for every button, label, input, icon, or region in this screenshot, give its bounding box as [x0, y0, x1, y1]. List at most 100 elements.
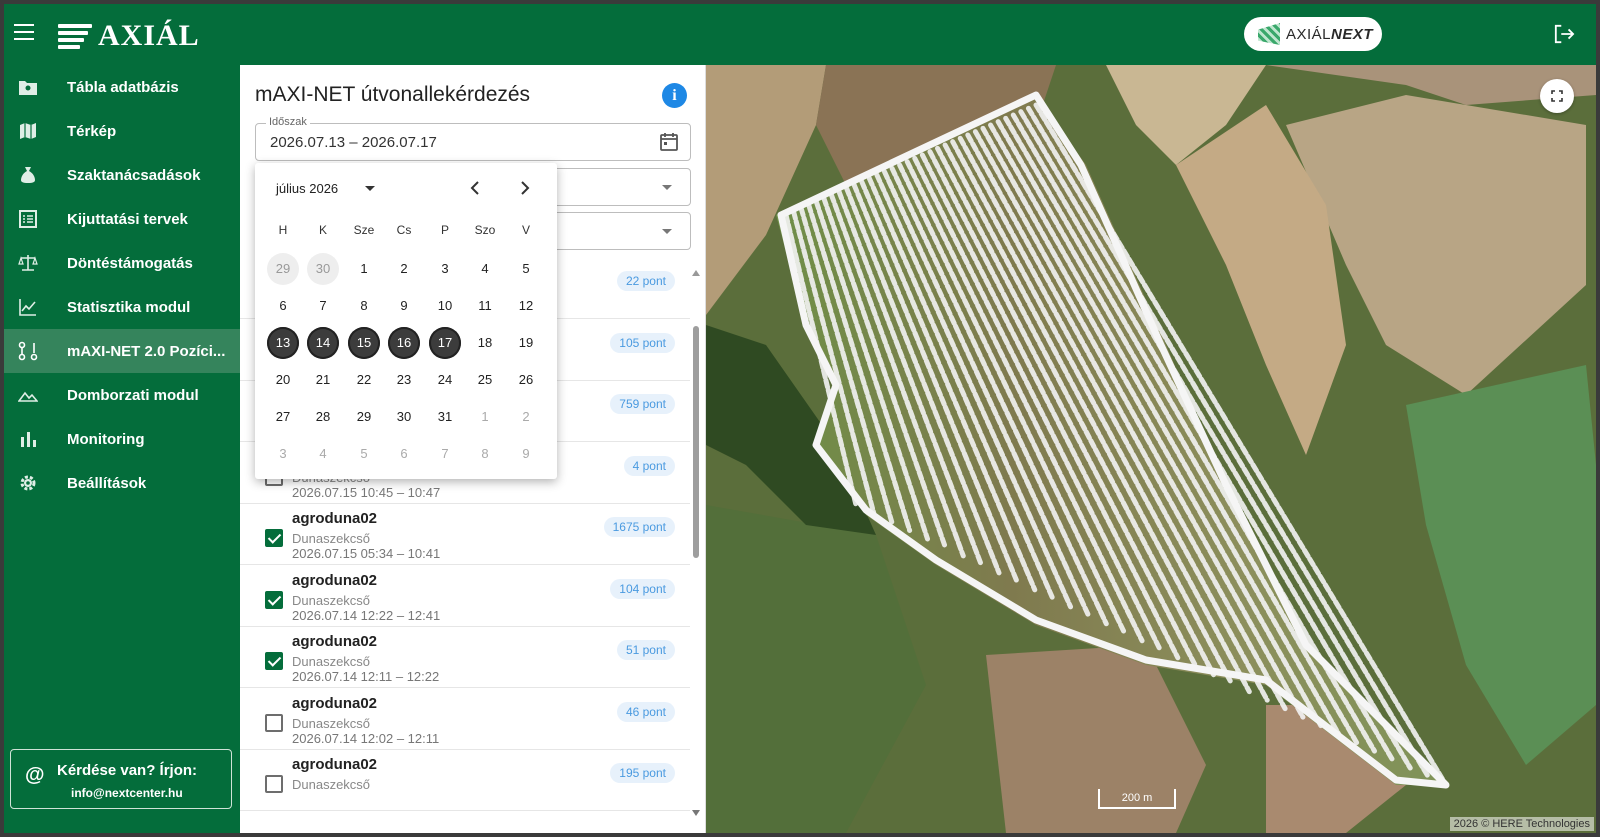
period-field[interactable]: Időszak 2026.07.13 – 2026.07.17 — [255, 116, 691, 161]
calendar-day[interactable]: 2 — [510, 401, 542, 433]
calendar-day[interactable]: 3 — [267, 438, 299, 470]
route-row[interactable]: agroduna02 Dunaszekcső 2026.07.15 05:34 – … — [240, 503, 690, 565]
calendar-day[interactable]: 28 — [307, 401, 339, 433]
calendar-day[interactable]: 12 — [510, 290, 542, 322]
calendar-day[interactable]: 31 — [429, 401, 461, 433]
sidebar-item-dontestamogatas[interactable]: Döntéstámogatás — [4, 241, 240, 285]
calendar-day[interactable]: 8 — [348, 290, 380, 322]
calendar-day[interactable]: 8 — [469, 438, 501, 470]
month-select[interactable]: július 2026 — [276, 181, 338, 196]
route-row[interactable]: agroduna02 Dunaszekcső 2026.07.14 12:22 – … — [240, 565, 690, 627]
menu-icon[interactable] — [14, 24, 34, 42]
point-count-badge: 4 pont — [623, 455, 675, 476]
help-email-link[interactable]: info@nextcenter.hu — [71, 786, 183, 800]
calendar-day[interactable]: 26 — [510, 364, 542, 396]
sidebar-item-szaktanacsadasok[interactable]: Szaktanácsadások — [4, 153, 240, 197]
sidebar-item-kijuttatasi-tervek[interactable]: Kijuttatási tervek — [4, 197, 240, 241]
calendar-day[interactable]: 24 — [429, 364, 461, 396]
sidebar-item-statisztika[interactable]: Statisztika modul — [4, 285, 240, 329]
fullscreen-button[interactable] — [1540, 79, 1574, 113]
calendar-day[interactable]: 9 — [510, 438, 542, 470]
calendar-icon[interactable] — [659, 132, 679, 152]
calendar-day[interactable]: 16 — [388, 327, 420, 359]
route-name: agroduna02 — [292, 571, 378, 589]
calendar-day[interactable]: 13 — [267, 327, 299, 359]
calendar-day[interactable]: 15 — [348, 327, 380, 359]
sidebar-item-maxi-net[interactable]: mAXI-NET 2.0 Pozíci... — [4, 329, 240, 373]
calendar-day[interactable]: 14 — [307, 327, 339, 359]
scroll-up-icon[interactable] — [692, 270, 700, 276]
calendar-day[interactable]: 29 — [348, 401, 380, 433]
calendar-day[interactable]: 30 — [307, 253, 339, 285]
list-scrollbar[interactable] — [692, 270, 700, 830]
calendar-day[interactable]: 20 — [267, 364, 299, 396]
calendar-day[interactable]: 5 — [510, 253, 542, 285]
weekday-header: Szo — [474, 223, 496, 237]
sidebar-item-label: Tábla adatbázis — [67, 78, 179, 96]
calendar-day[interactable]: 17 — [429, 327, 461, 359]
calendar-day[interactable]: 6 — [267, 290, 299, 322]
calendar-day[interactable]: 6 — [388, 438, 420, 470]
calendar-day[interactable]: 11 — [469, 290, 501, 322]
satellite-map[interactable] — [706, 65, 1596, 833]
axial-next-button[interactable]: AXIÁLNEXT — [1244, 17, 1382, 51]
axial-logo[interactable]: AXIÁL — [58, 19, 200, 52]
route-name: agroduna02 — [292, 633, 378, 650]
calendar-day[interactable]: 1 — [469, 401, 501, 433]
calendar-day[interactable]: 5 — [348, 438, 380, 470]
chevron-right-icon[interactable] — [515, 179, 533, 197]
calendar-day[interactable]: 27 — [267, 401, 299, 433]
route-icon — [18, 341, 38, 361]
calendar-day[interactable]: 22 — [348, 364, 380, 396]
bar-chart-icon — [21, 432, 36, 447]
weekday-header: P — [440, 223, 449, 237]
sidebar-item-beallitasok[interactable]: Beállítások — [4, 461, 240, 505]
calendar-day[interactable]: 25 — [469, 364, 501, 396]
route-checkbox[interactable] — [265, 713, 283, 732]
next-brand: AXIÁL — [1286, 25, 1332, 43]
calendar-day[interactable]: 10 — [429, 290, 461, 322]
axial-next-logo-icon — [1258, 23, 1280, 45]
calendar-day[interactable]: 18 — [469, 327, 501, 359]
sidebar-item-terkep[interactable]: Térkép — [4, 109, 240, 153]
calendar-day[interactable]: 21 — [307, 364, 339, 396]
calendar-day[interactable]: 23 — [388, 364, 420, 396]
route-row[interactable]: agroduna02 Dunaszekcső 195 pont — [240, 749, 690, 811]
route-checkbox[interactable] — [265, 775, 283, 793]
calendar-day[interactable]: 7 — [307, 290, 339, 322]
route-checkbox[interactable] — [265, 652, 283, 670]
scale-icon — [18, 255, 38, 271]
sidebar-item-tabla-adatbazis[interactable]: Tábla adatbázis — [4, 65, 240, 109]
route-checkbox[interactable] — [265, 590, 283, 609]
calendar-day[interactable]: 1 — [348, 253, 380, 285]
route-row[interactable]: agroduna02 Dunaszekcső 2026.07.14 12:11 – … — [240, 626, 690, 688]
sidebar-item-domborzati[interactable]: Domborzati modul — [4, 373, 240, 417]
route-name: agroduna02 — [292, 756, 378, 773]
route-time: 2026.07.14 12:02 – 12:11 — [292, 730, 440, 746]
scroll-thumb[interactable] — [693, 326, 699, 558]
calendar-day[interactable]: 4 — [307, 438, 339, 470]
calendar-day[interactable]: 9 — [388, 290, 420, 322]
scroll-down-icon[interactable] — [692, 810, 700, 816]
map-view[interactable]: 200 m 2026 © HERE Technologies — [706, 65, 1596, 833]
weekday-header: H — [278, 223, 288, 237]
gear-icon — [20, 475, 36, 491]
info-icon[interactable]: i — [662, 83, 687, 108]
chevron-left-icon[interactable] — [467, 179, 485, 197]
sidebar-item-monitoring[interactable]: Monitoring — [4, 417, 240, 461]
brand-title: AXIÁL — [98, 19, 200, 52]
logout-icon[interactable] — [1553, 24, 1575, 44]
calendar-day[interactable]: 29 — [267, 253, 299, 285]
route-checkbox[interactable] — [265, 529, 283, 547]
calendar-day[interactable]: 7 — [429, 438, 461, 470]
calendar-day[interactable]: 3 — [429, 253, 461, 285]
calendar-day[interactable]: 4 — [469, 253, 501, 285]
calendar-day[interactable]: 19 — [510, 327, 542, 359]
point-count-badge: 105 pont — [610, 332, 675, 353]
axial-logo-icon — [58, 22, 92, 50]
month-dropdown-icon[interactable] — [365, 186, 375, 191]
route-row[interactable]: agroduna02 Dunaszekcső 2026.07.14 12:02 – … — [240, 688, 690, 750]
calendar-day[interactable]: 2 — [388, 253, 420, 285]
calendar-day[interactable]: 30 — [388, 401, 420, 433]
help-box[interactable]: @ Kérdése van? Írjon: info@nextcenter.hu — [10, 749, 232, 809]
